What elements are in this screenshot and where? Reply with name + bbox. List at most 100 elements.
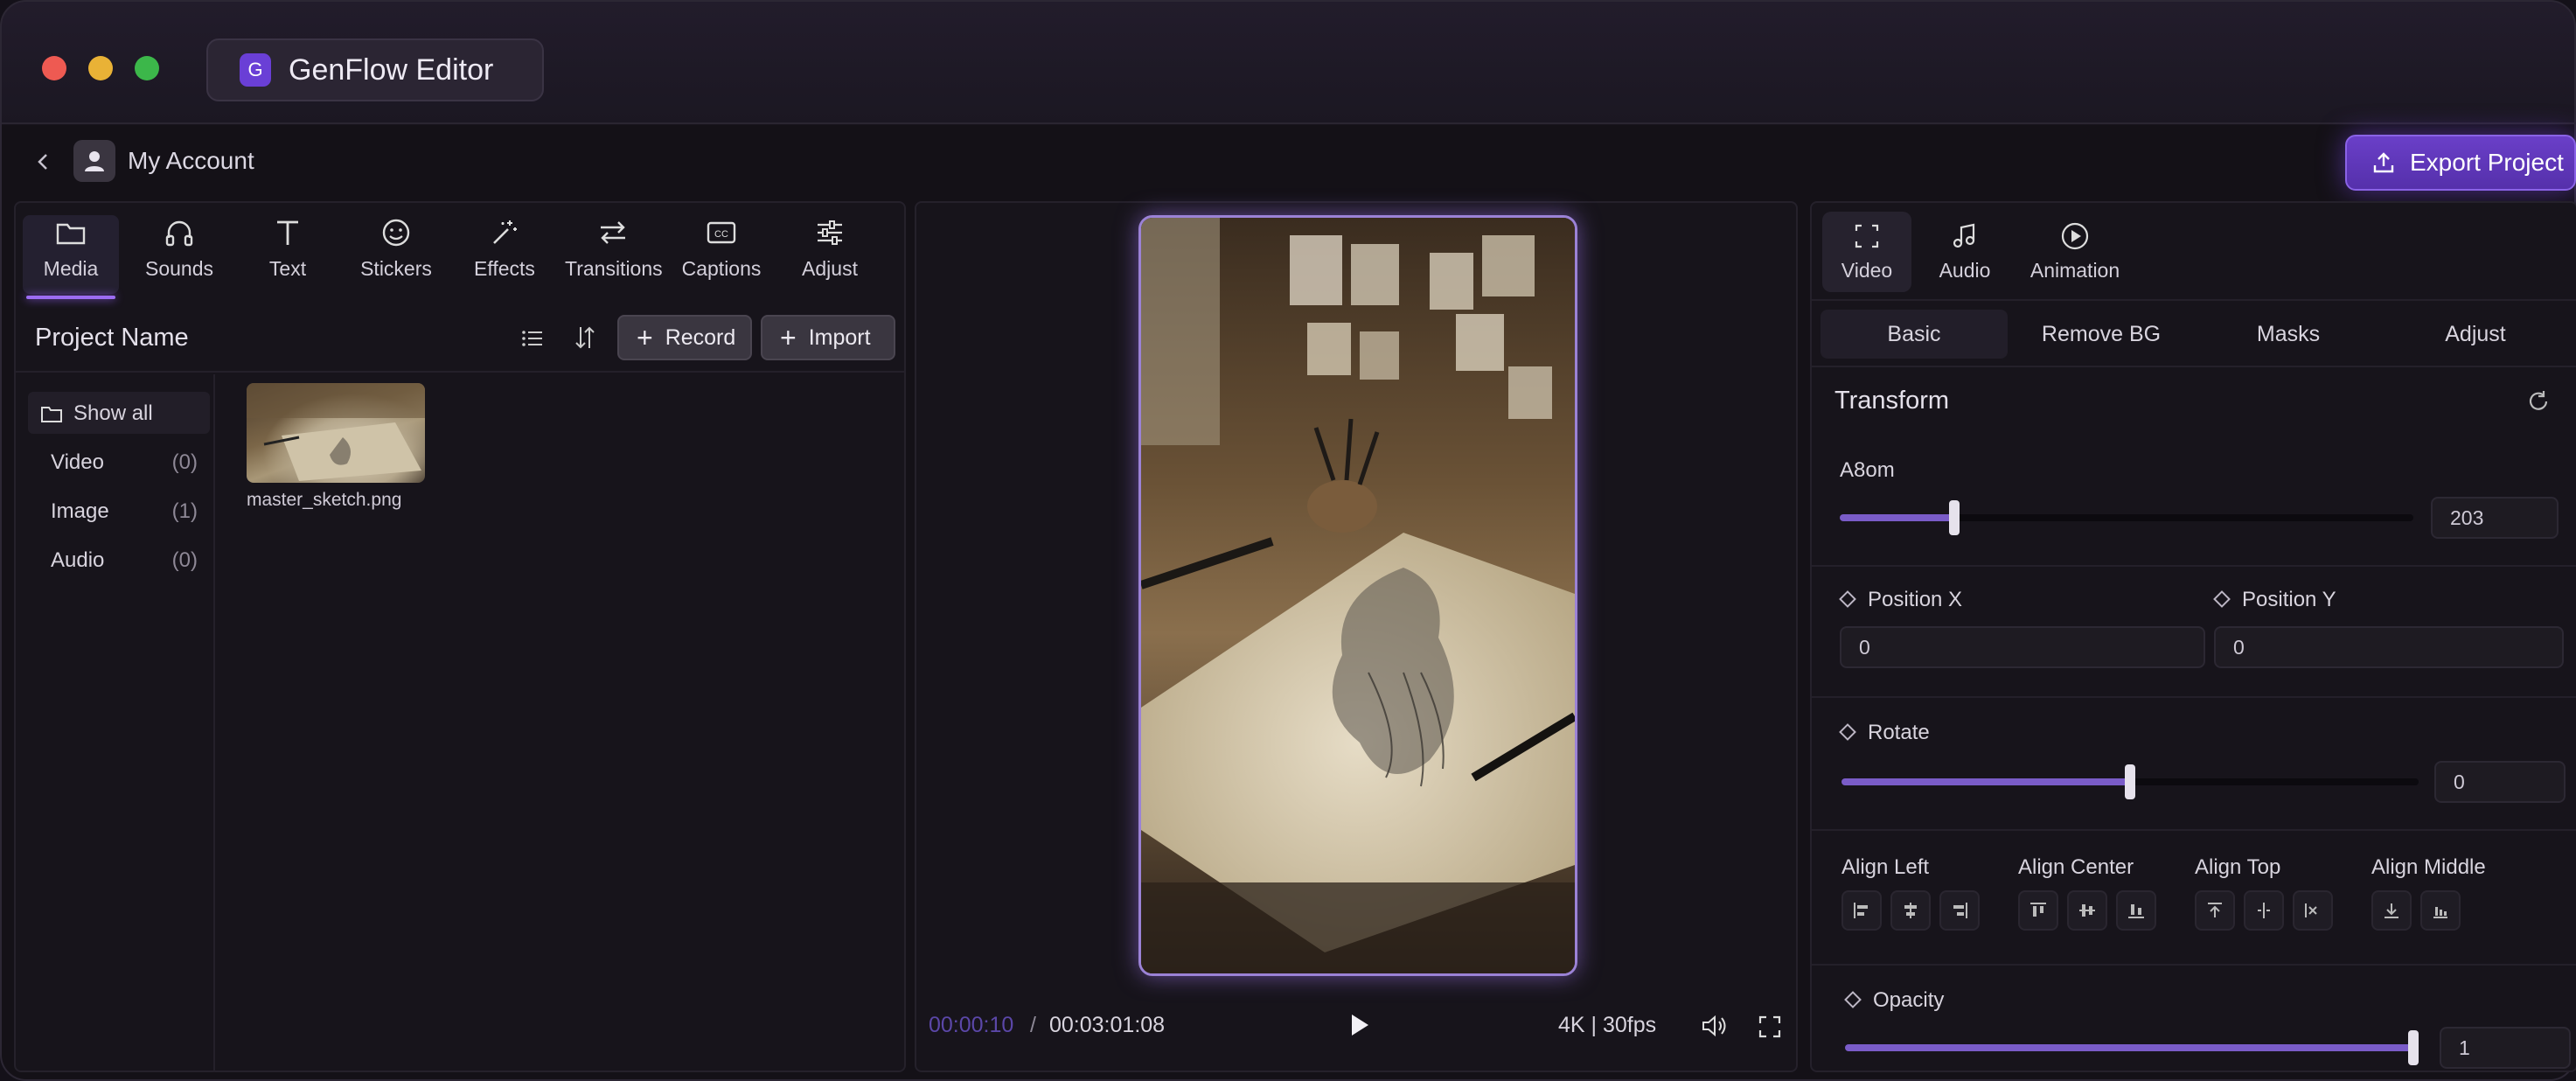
account-label[interactable]: My Account bbox=[128, 147, 254, 175]
keyframe-diamond-icon bbox=[1839, 722, 1856, 741]
align-bottom-edge-icon[interactable] bbox=[2116, 890, 2156, 931]
fullscreen-icon[interactable] bbox=[1758, 1015, 1782, 1043]
filter-count: (1) bbox=[171, 499, 198, 523]
position-x-input[interactable]: 0 bbox=[1840, 626, 2205, 668]
filter-count: (0) bbox=[171, 548, 198, 572]
align-center-label: Align Center bbox=[2018, 855, 2134, 879]
app-title: GenFlow Editor bbox=[289, 52, 494, 87]
magic-wand-icon bbox=[493, 220, 517, 244]
opacity-slider-handle[interactable] bbox=[2408, 1030, 2419, 1065]
app-logo-badge: G bbox=[240, 53, 271, 87]
export-project-button[interactable]: Export Project bbox=[2345, 135, 2576, 191]
tool-captions[interactable]: CC Captions bbox=[673, 215, 769, 294]
tool-sounds[interactable]: Sounds bbox=[131, 215, 227, 294]
media-thumbnail[interactable] bbox=[247, 383, 425, 483]
crop-frame-icon bbox=[1855, 224, 1879, 248]
zoom-slider-handle[interactable] bbox=[1949, 500, 1960, 535]
tool-effects[interactable]: Effects bbox=[456, 215, 553, 294]
music-note-icon bbox=[1953, 223, 1975, 248]
align-to-bottom-icon[interactable] bbox=[2371, 890, 2412, 931]
volume-icon[interactable] bbox=[1700, 1013, 1730, 1043]
smiley-icon bbox=[382, 219, 410, 247]
opacity-slider[interactable] bbox=[1845, 1044, 2413, 1051]
filter-show-all[interactable]: Show all bbox=[28, 392, 210, 434]
align-vcenter-icon[interactable] bbox=[2067, 890, 2107, 931]
align-baseline-icon[interactable] bbox=[2420, 890, 2461, 931]
time-separator: / bbox=[1030, 1013, 1036, 1037]
distribute-icon[interactable] bbox=[2293, 890, 2333, 931]
tool-transitions[interactable]: Transitions bbox=[565, 215, 663, 294]
filter-audio[interactable]: Audio (0) bbox=[28, 539, 210, 581]
opacity-value-field[interactable]: 1 bbox=[2440, 1027, 2571, 1069]
tool-label: Adjust bbox=[802, 257, 858, 280]
filter-video[interactable]: Video (0) bbox=[28, 441, 210, 483]
tab-audio[interactable]: Audio bbox=[1920, 212, 2009, 292]
subtab-remove-bg[interactable]: Remove BG bbox=[2008, 310, 2195, 359]
play-circle-icon bbox=[2061, 222, 2089, 250]
tool-text[interactable]: Text bbox=[240, 215, 336, 294]
align-hcenter-icon[interactable] bbox=[1890, 890, 1931, 931]
keyframe-diamond-icon bbox=[1844, 990, 1862, 1008]
rotate-slider-fill bbox=[1841, 778, 2130, 785]
subtab-adjust[interactable]: Adjust bbox=[2382, 310, 2569, 359]
tool-label: Sounds bbox=[144, 257, 213, 280]
subtab-masks[interactable]: Masks bbox=[2195, 310, 2382, 359]
divider bbox=[1812, 696, 2576, 698]
divider bbox=[1812, 829, 2576, 831]
tool-label: Media bbox=[43, 257, 99, 280]
user-icon bbox=[85, 151, 104, 171]
zoom-slider[interactable] bbox=[1840, 514, 2413, 521]
align-to-top-icon[interactable] bbox=[2195, 890, 2235, 931]
avatar[interactable] bbox=[73, 140, 115, 182]
tool-label: Captions bbox=[681, 257, 762, 280]
app-tab[interactable]: G GenFlow Editor bbox=[206, 38, 544, 101]
rotate-slider-handle[interactable] bbox=[2125, 764, 2135, 799]
zoom-label: A8om bbox=[1840, 458, 1895, 482]
record-button[interactable]: + Record bbox=[617, 315, 752, 360]
cc-icon: CC bbox=[707, 221, 736, 244]
position-y-input[interactable]: 0 bbox=[2214, 626, 2564, 668]
close-window-button[interactable] bbox=[42, 56, 66, 80]
tab-video[interactable]: Video bbox=[1822, 212, 1911, 292]
record-label: Record bbox=[665, 324, 736, 350]
tool-adjust[interactable]: Adjust bbox=[782, 215, 878, 294]
align-right-icon[interactable] bbox=[1939, 890, 1980, 931]
media-filter-list: Show all Video (0) Image (1) Audio (0) bbox=[16, 374, 215, 1072]
tab-label: Video bbox=[1841, 259, 1893, 282]
video-preview[interactable] bbox=[1138, 215, 1577, 976]
zoom-value-field[interactable]: 203 bbox=[2431, 497, 2559, 539]
align-left-icon[interactable] bbox=[1841, 890, 1882, 931]
current-time: 00:00:10 bbox=[929, 1013, 1014, 1037]
tab-label: Audio bbox=[1939, 259, 1991, 282]
plus-icon: + bbox=[780, 322, 797, 353]
resolution-fps-label[interactable]: 4K | 30fps bbox=[1558, 1013, 1656, 1038]
text-icon bbox=[277, 220, 298, 245]
project-name[interactable]: Project Name bbox=[35, 324, 189, 352]
align-top-edge-icon[interactable] bbox=[2018, 890, 2058, 931]
swap-arrows-icon bbox=[601, 221, 625, 244]
tab-animation[interactable]: Animation bbox=[2018, 212, 2132, 292]
minimize-window-button[interactable] bbox=[88, 56, 113, 80]
tool-media[interactable]: Media bbox=[23, 215, 119, 299]
sliders-icon bbox=[818, 220, 842, 245]
maximize-window-button[interactable] bbox=[135, 56, 159, 80]
headphones-icon bbox=[165, 220, 193, 247]
divider bbox=[1812, 964, 2576, 966]
tool-label: Transitions bbox=[565, 257, 663, 280]
media-panel: Media Sounds Text Stickers Effects Trans… bbox=[14, 201, 906, 1072]
filter-image[interactable]: Image (1) bbox=[28, 490, 210, 532]
subtab-basic[interactable]: Basic bbox=[1821, 310, 2008, 359]
play-icon[interactable] bbox=[1345, 1011, 1373, 1043]
reset-icon[interactable] bbox=[2525, 388, 2552, 419]
align-to-center-icon[interactable] bbox=[2244, 890, 2284, 931]
import-button[interactable]: + Import bbox=[761, 315, 895, 360]
list-view-icon[interactable] bbox=[519, 325, 546, 356]
align-left-label: Align Left bbox=[1841, 855, 1930, 879]
sort-icon[interactable] bbox=[572, 324, 598, 356]
tool-stickers[interactable]: Stickers bbox=[348, 215, 444, 294]
transform-title: Transform bbox=[1835, 387, 1950, 415]
position-x-label: Position X bbox=[1839, 588, 1962, 612]
rotate-value-field[interactable]: 0 bbox=[2434, 761, 2566, 803]
back-chevron-icon[interactable] bbox=[30, 149, 56, 175]
import-label: Import bbox=[808, 324, 871, 350]
